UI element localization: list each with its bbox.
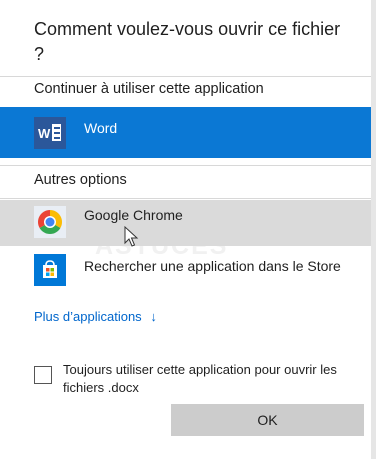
always-use-label: Toujours utiliser cette application pour…: [63, 362, 337, 395]
store-icon: [34, 254, 66, 286]
more-apps-label: Plus d’applications: [34, 309, 142, 324]
app-label-word: Word: [84, 120, 118, 136]
app-option-store[interactable]: Rechercher une application dans le Store: [0, 246, 371, 294]
window-edge: [371, 0, 376, 459]
app-option-word[interactable]: W Word: [0, 107, 371, 158]
ok-button[interactable]: OK: [171, 404, 364, 436]
word-icon-letter: W: [38, 126, 51, 141]
app-option-chrome[interactable]: Google Chrome: [0, 200, 371, 246]
always-use-checkbox[interactable]: [34, 366, 52, 384]
mouse-cursor-icon: [124, 226, 139, 247]
divider: [0, 198, 371, 199]
divider: [0, 165, 371, 166]
section-heading-other: Autres options: [34, 172, 127, 188]
open-with-dialog: Comment voulez-vous ouvrir ce fichier ? …: [0, 0, 371, 459]
word-icon: W: [34, 117, 66, 149]
divider: [0, 76, 371, 77]
arrow-down-icon: ↓: [150, 309, 157, 324]
dialog-title: Comment voulez-vous ouvrir ce fichier ?: [34, 19, 341, 64]
more-apps-link[interactable]: Plus d’applications ↓: [34, 309, 157, 324]
section-heading-continue: Continuer à utiliser cette application: [34, 81, 264, 97]
app-label-chrome: Google Chrome: [84, 207, 183, 223]
app-label-store: Rechercher une application dans le Store: [84, 258, 341, 274]
chrome-icon: [34, 206, 66, 238]
